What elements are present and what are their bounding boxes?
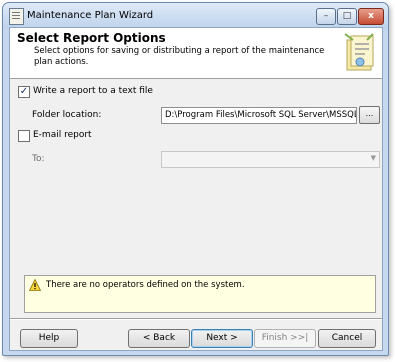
message-text: There are no operators defined on the sy… bbox=[46, 280, 245, 290]
browse-button[interactable]: ... bbox=[359, 106, 380, 124]
close-button[interactable]: x bbox=[358, 8, 384, 25]
folder-location-label: Folder location: bbox=[32, 110, 102, 120]
write-report-label[interactable]: Write a report to a text file bbox=[33, 86, 153, 96]
footer-divider bbox=[10, 318, 382, 320]
next-button[interactable]: Next > bbox=[191, 329, 253, 348]
to-label: To: bbox=[32, 154, 45, 164]
write-report-checkbox[interactable]: ✓ bbox=[18, 86, 30, 98]
email-report-checkbox[interactable] bbox=[18, 130, 30, 142]
window-title: Maintenance Plan Wizard bbox=[27, 10, 154, 21]
back-button[interactable]: < Back bbox=[128, 329, 190, 348]
cancel-button[interactable]: Cancel bbox=[318, 329, 376, 348]
wizard-graphic-icon bbox=[344, 33, 374, 71]
finish-button[interactable]: Finish >>| bbox=[254, 329, 316, 348]
to-operator-select[interactable]: ▼ bbox=[161, 151, 380, 168]
email-report-label[interactable]: E-mail report bbox=[33, 130, 92, 140]
wizard-client-area: Select Report Options Select options for… bbox=[9, 27, 383, 351]
page-subtitle: Select options for saving or distributin… bbox=[34, 46, 325, 67]
page-title: Select Report Options bbox=[17, 31, 166, 45]
title-bar[interactable]: Maintenance Plan Wizard – □ x bbox=[3, 3, 388, 29]
wizard-header: Select Report Options Select options for… bbox=[10, 28, 382, 79]
app-icon bbox=[9, 8, 24, 25]
minimize-button[interactable]: – bbox=[316, 8, 336, 25]
folder-location-input[interactable]: D:\Program Files\Microsoft SQL Server\MS… bbox=[161, 107, 357, 124]
chevron-down-icon: ▼ bbox=[370, 154, 376, 162]
maximize-button[interactable]: □ bbox=[337, 8, 357, 25]
message-panel: There are no operators defined on the sy… bbox=[24, 275, 376, 313]
help-button[interactable]: Help bbox=[20, 329, 78, 348]
warning-icon bbox=[29, 279, 41, 291]
wizard-window: Maintenance Plan Wizard – □ x Select Rep… bbox=[2, 2, 389, 356]
